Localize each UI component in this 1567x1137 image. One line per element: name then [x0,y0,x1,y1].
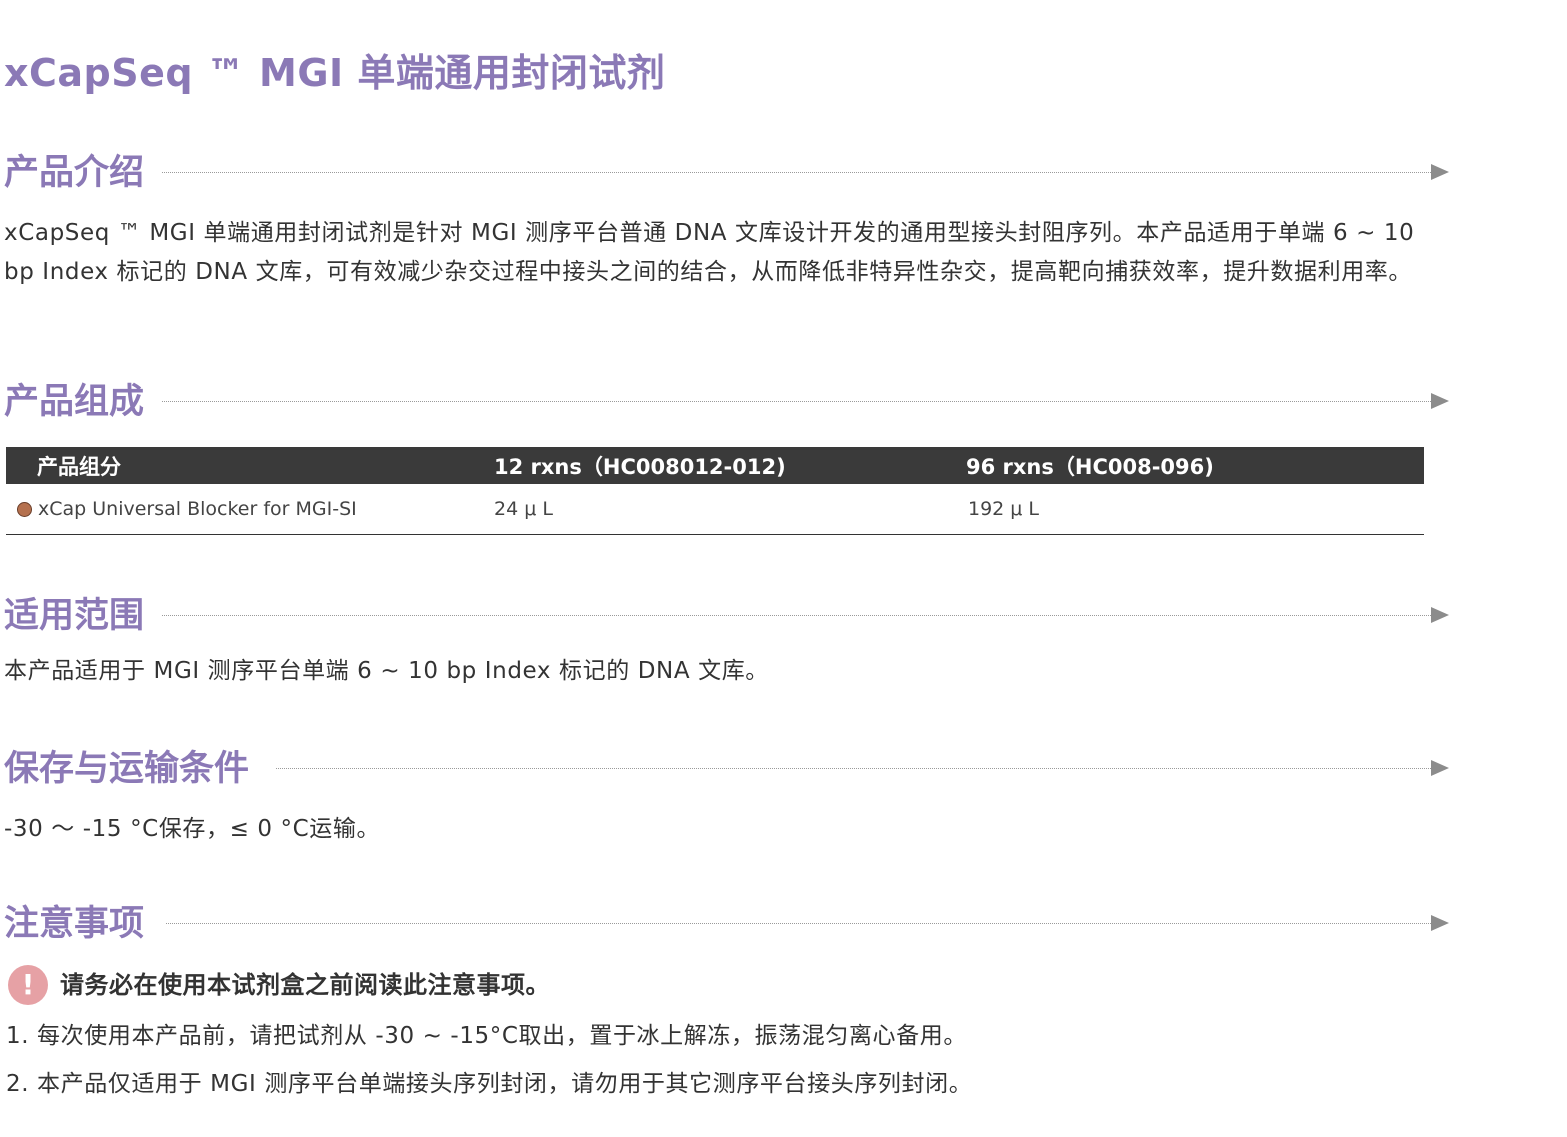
storage-paragraph: -30 ～ -15 °C保存，≤ 0 °C运输。 [4,816,381,842]
arrow-right-icon [1431,760,1449,776]
scope-paragraph: 本产品适用于 MGI 测序平台单端 6 ~ 10 bp Index 标记的 DN… [4,658,769,684]
arrow-right-icon [1431,607,1449,623]
rxn96-volume: 192 μ L [966,484,1424,535]
dotted-divider [162,401,1431,402]
arrow-right-icon [1431,164,1449,180]
dotted-divider [162,172,1431,173]
column-header-96rxns: 96 rxns（HC008-096) [966,447,1424,484]
section-heading: 注意事项 [4,904,145,944]
component-name: xCap Universal Blocker for MGI-SI [38,498,357,520]
rxn12-volume: 24 μ L [494,484,966,535]
dotted-divider [276,768,1431,769]
column-header-12rxns: 12 rxns（HC008012-012) [494,447,966,484]
table-row: xCap Universal Blocker for MGI-SI 24 μ L… [6,484,1424,535]
warning-text: 请务必在使用本试剂盒之前阅读此注意事项。 [60,971,550,999]
intro-paragraph: xCapSeq ™ MGI 单端通用封闭试剂是针对 MGI 测序平台普通 DNA… [4,220,1415,285]
column-header-component: 产品组分 [6,447,494,484]
section-header-scope: 适用范围 [4,591,1449,641]
section-heading: 适用范围 [4,596,145,636]
note-item-1: 1. 每次使用本产品前，请把试剂从 -30 ~ -15°C取出，置于冰上解冻，振… [6,1023,967,1049]
section-header-composition: 产品组成 [4,377,1449,427]
note-item-2: 2. 本产品仅适用于 MGI 测序平台单端接头序列封闭，请勿用于其它测序平台接头… [6,1071,973,1097]
table-header-row: 产品组分 12 rxns（HC008012-012) 96 rxns（HC008… [6,447,1424,484]
section-header-storage: 保存与运输条件 [4,744,1449,794]
arrow-right-icon [1431,915,1449,931]
section-heading: 产品介绍 [4,153,145,193]
section-header-intro: 产品介绍 [4,148,1449,198]
exclamation-icon: ! [8,965,48,1005]
page-title: xCapSeq ™ MGI 单端通用封闭试剂 [4,51,666,95]
section-header-notes: 注意事项 [4,899,1449,949]
color-dot-icon [17,502,32,517]
composition-table: 产品组分 12 rxns（HC008012-012) 96 rxns（HC008… [6,447,1424,535]
section-heading: 保存与运输条件 [4,749,250,789]
section-heading: 产品组成 [4,382,145,422]
dotted-divider [162,615,1431,616]
dotted-divider [166,923,1431,924]
arrow-right-icon [1431,393,1449,409]
component-cell: xCap Universal Blocker for MGI-SI [6,484,494,535]
